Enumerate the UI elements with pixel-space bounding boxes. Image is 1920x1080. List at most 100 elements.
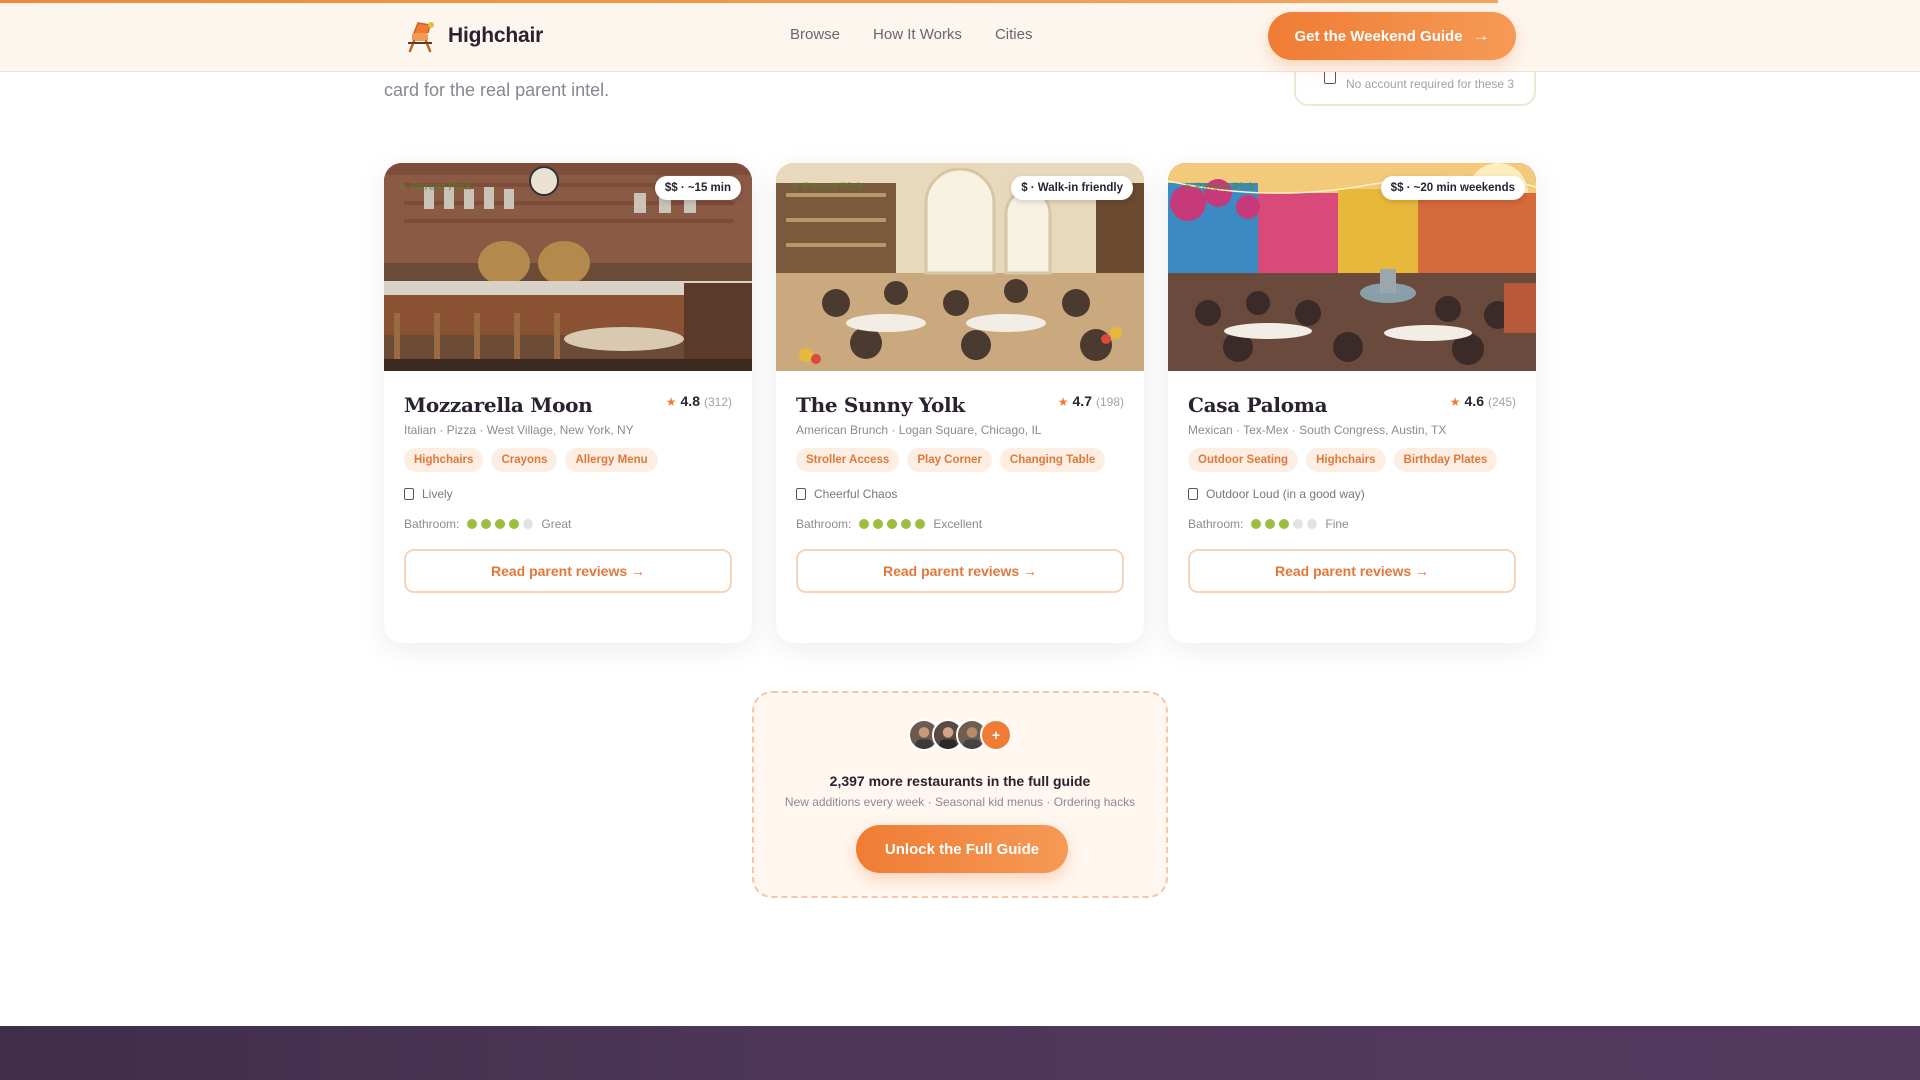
rating-dot-empty xyxy=(523,519,534,529)
restaurant-card: ★ Parent Pick $$ · ~15 min Mozzarella Mo… xyxy=(384,163,752,643)
read-reviews-button[interactable]: Read parent reviews → xyxy=(1188,549,1516,593)
no-account-note-text: No account required for these 3 xyxy=(1346,77,1515,91)
bathroom-label: Bathroom: xyxy=(404,517,460,531)
nav-item-cities[interactable]: Cities xyxy=(995,26,1033,43)
brand[interactable]: Highchair xyxy=(404,18,543,54)
phone-icon xyxy=(404,488,414,500)
rating: ★ 4.7 (198) xyxy=(1058,393,1124,409)
amenity-tag: Crayons xyxy=(491,448,558,472)
scroll-progress-bar xyxy=(0,0,1498,3)
star-icon: ★ xyxy=(665,395,677,409)
noise-vibe: Lively xyxy=(404,487,453,501)
restaurant-name[interactable]: Casa Paloma xyxy=(1188,393,1328,417)
noise-vibe: Outdoor Loud (in a good way) xyxy=(1188,487,1365,501)
main-nav: Browse How It Works Cities xyxy=(790,26,1032,43)
noise-vibe-label: Lively xyxy=(422,487,453,501)
amenity-tag: Birthday Plates xyxy=(1393,448,1498,472)
rating-dot-empty xyxy=(1307,519,1318,529)
rating-dot-filled xyxy=(495,519,506,529)
price-badge: $$ · ~15 min xyxy=(654,176,741,200)
footer-section xyxy=(0,1026,1920,1080)
rating-dot-filled xyxy=(873,519,884,529)
rating-dot-empty xyxy=(1293,519,1304,529)
rating-dot-filled xyxy=(887,519,898,529)
get-weekend-guide-button[interactable]: Get the Weekend Guide → xyxy=(1268,12,1516,60)
restaurant-card-list: ★ Parent Pick $$ · ~15 min Mozzarella Mo… xyxy=(384,163,1536,643)
bathroom-text: Fine xyxy=(1325,517,1349,531)
rating-dot-filled xyxy=(915,519,926,529)
rating: ★ 4.6 (245) xyxy=(1450,393,1516,409)
rating-dot-filled xyxy=(859,519,870,529)
amenity-tags: Stroller Access Play Corner Changing Tab… xyxy=(796,448,1106,472)
nav-item-how-it-works[interactable]: How It Works xyxy=(873,26,962,43)
rating-dot-filled xyxy=(1265,519,1276,529)
highchair-logo-icon xyxy=(408,22,434,53)
brand-name: Highchair xyxy=(448,24,544,47)
nav-item-browse[interactable]: Browse xyxy=(790,26,840,43)
bathroom-label: Bathroom: xyxy=(796,517,852,531)
rating-dot-filled xyxy=(901,519,912,529)
unlock-full-guide-button[interactable]: Unlock the Full Guide xyxy=(856,825,1068,873)
restaurant-meta: Italian · Pizza · West Village, New York… xyxy=(404,423,634,437)
rating-score: 4.8 xyxy=(680,393,700,409)
bathroom-dots xyxy=(467,519,534,529)
rating-dot-filled xyxy=(467,519,478,529)
price-badge: $$ · ~20 min weekends xyxy=(1380,176,1525,200)
rating-dot-filled xyxy=(481,519,492,529)
noise-vibe: Cheerful Chaos xyxy=(796,487,897,501)
bathroom-dots xyxy=(859,519,926,529)
bathroom-label: Bathroom: xyxy=(1188,517,1244,531)
intro-text: card for the real parent intel. xyxy=(384,80,610,100)
bathroom-text: Excellent xyxy=(933,517,983,531)
amenity-tags: Highchairs Crayons Allergy Menu xyxy=(404,448,658,472)
restaurant-card: ★ Parent Pick $ · Walk-in friendly The S… xyxy=(776,163,1144,643)
bathroom-rating: Bathroom: Fine xyxy=(1188,517,1349,531)
image-tag-overlay: ★ Parent Pick xyxy=(790,181,863,193)
bathroom-text: Great xyxy=(541,517,572,531)
star-icon: ★ xyxy=(1449,395,1461,409)
amenity-tags: Outdoor Seating Highchairs Birthday Plat… xyxy=(1188,448,1498,472)
amenity-tag: Changing Table xyxy=(999,448,1106,472)
amenity-tag: Highchairs xyxy=(404,448,484,472)
image-tag-overlay: ★ Parent Pick xyxy=(398,181,471,193)
unlock-subtitle: New additions every week · Seasonal kid … xyxy=(784,795,1136,809)
phone-icon xyxy=(1188,488,1198,500)
avatar-stack: + xyxy=(908,719,1012,751)
rating: ★ 4.8 (312) xyxy=(666,393,732,409)
image-tag-overlay: ★ Parent Pick xyxy=(1182,181,1255,193)
restaurant-name[interactable]: Mozzarella Moon xyxy=(404,393,593,417)
bathroom-rating: Bathroom: Excellent xyxy=(796,517,982,531)
plus-icon: + xyxy=(980,719,1012,751)
noise-vibe-label: Outdoor Loud (in a good way) xyxy=(1206,487,1365,501)
bathroom-dots xyxy=(1251,519,1318,529)
amenity-tag: Stroller Access xyxy=(796,448,900,472)
restaurant-card: ★ Parent Pick $$ · ~20 min weekends Casa… xyxy=(1168,163,1536,643)
rating-score: 4.7 xyxy=(1072,393,1092,409)
read-reviews-button[interactable]: Read parent reviews → xyxy=(796,549,1124,593)
restaurant-name[interactable]: The Sunny Yolk xyxy=(796,393,965,417)
price-badge: $ · Walk-in friendly xyxy=(1011,176,1133,200)
arrow-right-icon: → xyxy=(1472,26,1490,45)
amenity-tag: Allergy Menu xyxy=(565,448,658,472)
amenity-tag: Play Corner xyxy=(907,448,992,472)
restaurant-meta: American Brunch · Logan Square, Chicago,… xyxy=(796,423,1042,437)
rating-dot-filled xyxy=(1279,519,1290,529)
site-header: Highchair Browse How It Works Cities Get… xyxy=(0,0,1920,72)
review-count: (245) xyxy=(1487,395,1516,409)
unlock-guide-panel: + 2,397 more restaurants in the full gui… xyxy=(752,691,1168,898)
bathroom-rating: Bathroom: Great xyxy=(404,517,571,531)
noise-vibe-label: Cheerful Chaos xyxy=(814,487,898,501)
review-count: (312) xyxy=(703,395,732,409)
unlock-title: 2,397 more restaurants in the full guide xyxy=(829,773,1091,789)
get-weekend-guide-label: Get the Weekend Guide xyxy=(1294,27,1463,45)
rating-dot-filled xyxy=(509,519,520,529)
phone-icon xyxy=(796,488,806,500)
rating-dot-filled xyxy=(1251,519,1262,529)
star-icon: ★ xyxy=(1057,395,1069,409)
restaurant-meta: Mexican · Tex-Mex · South Congress, Aust… xyxy=(1188,423,1447,437)
rating-score: 4.6 xyxy=(1464,393,1484,409)
review-count: (198) xyxy=(1095,395,1124,409)
read-reviews-button[interactable]: Read parent reviews → xyxy=(404,549,732,593)
amenity-tag: Highchairs xyxy=(1306,448,1386,472)
amenity-tag: Outdoor Seating xyxy=(1188,448,1299,472)
